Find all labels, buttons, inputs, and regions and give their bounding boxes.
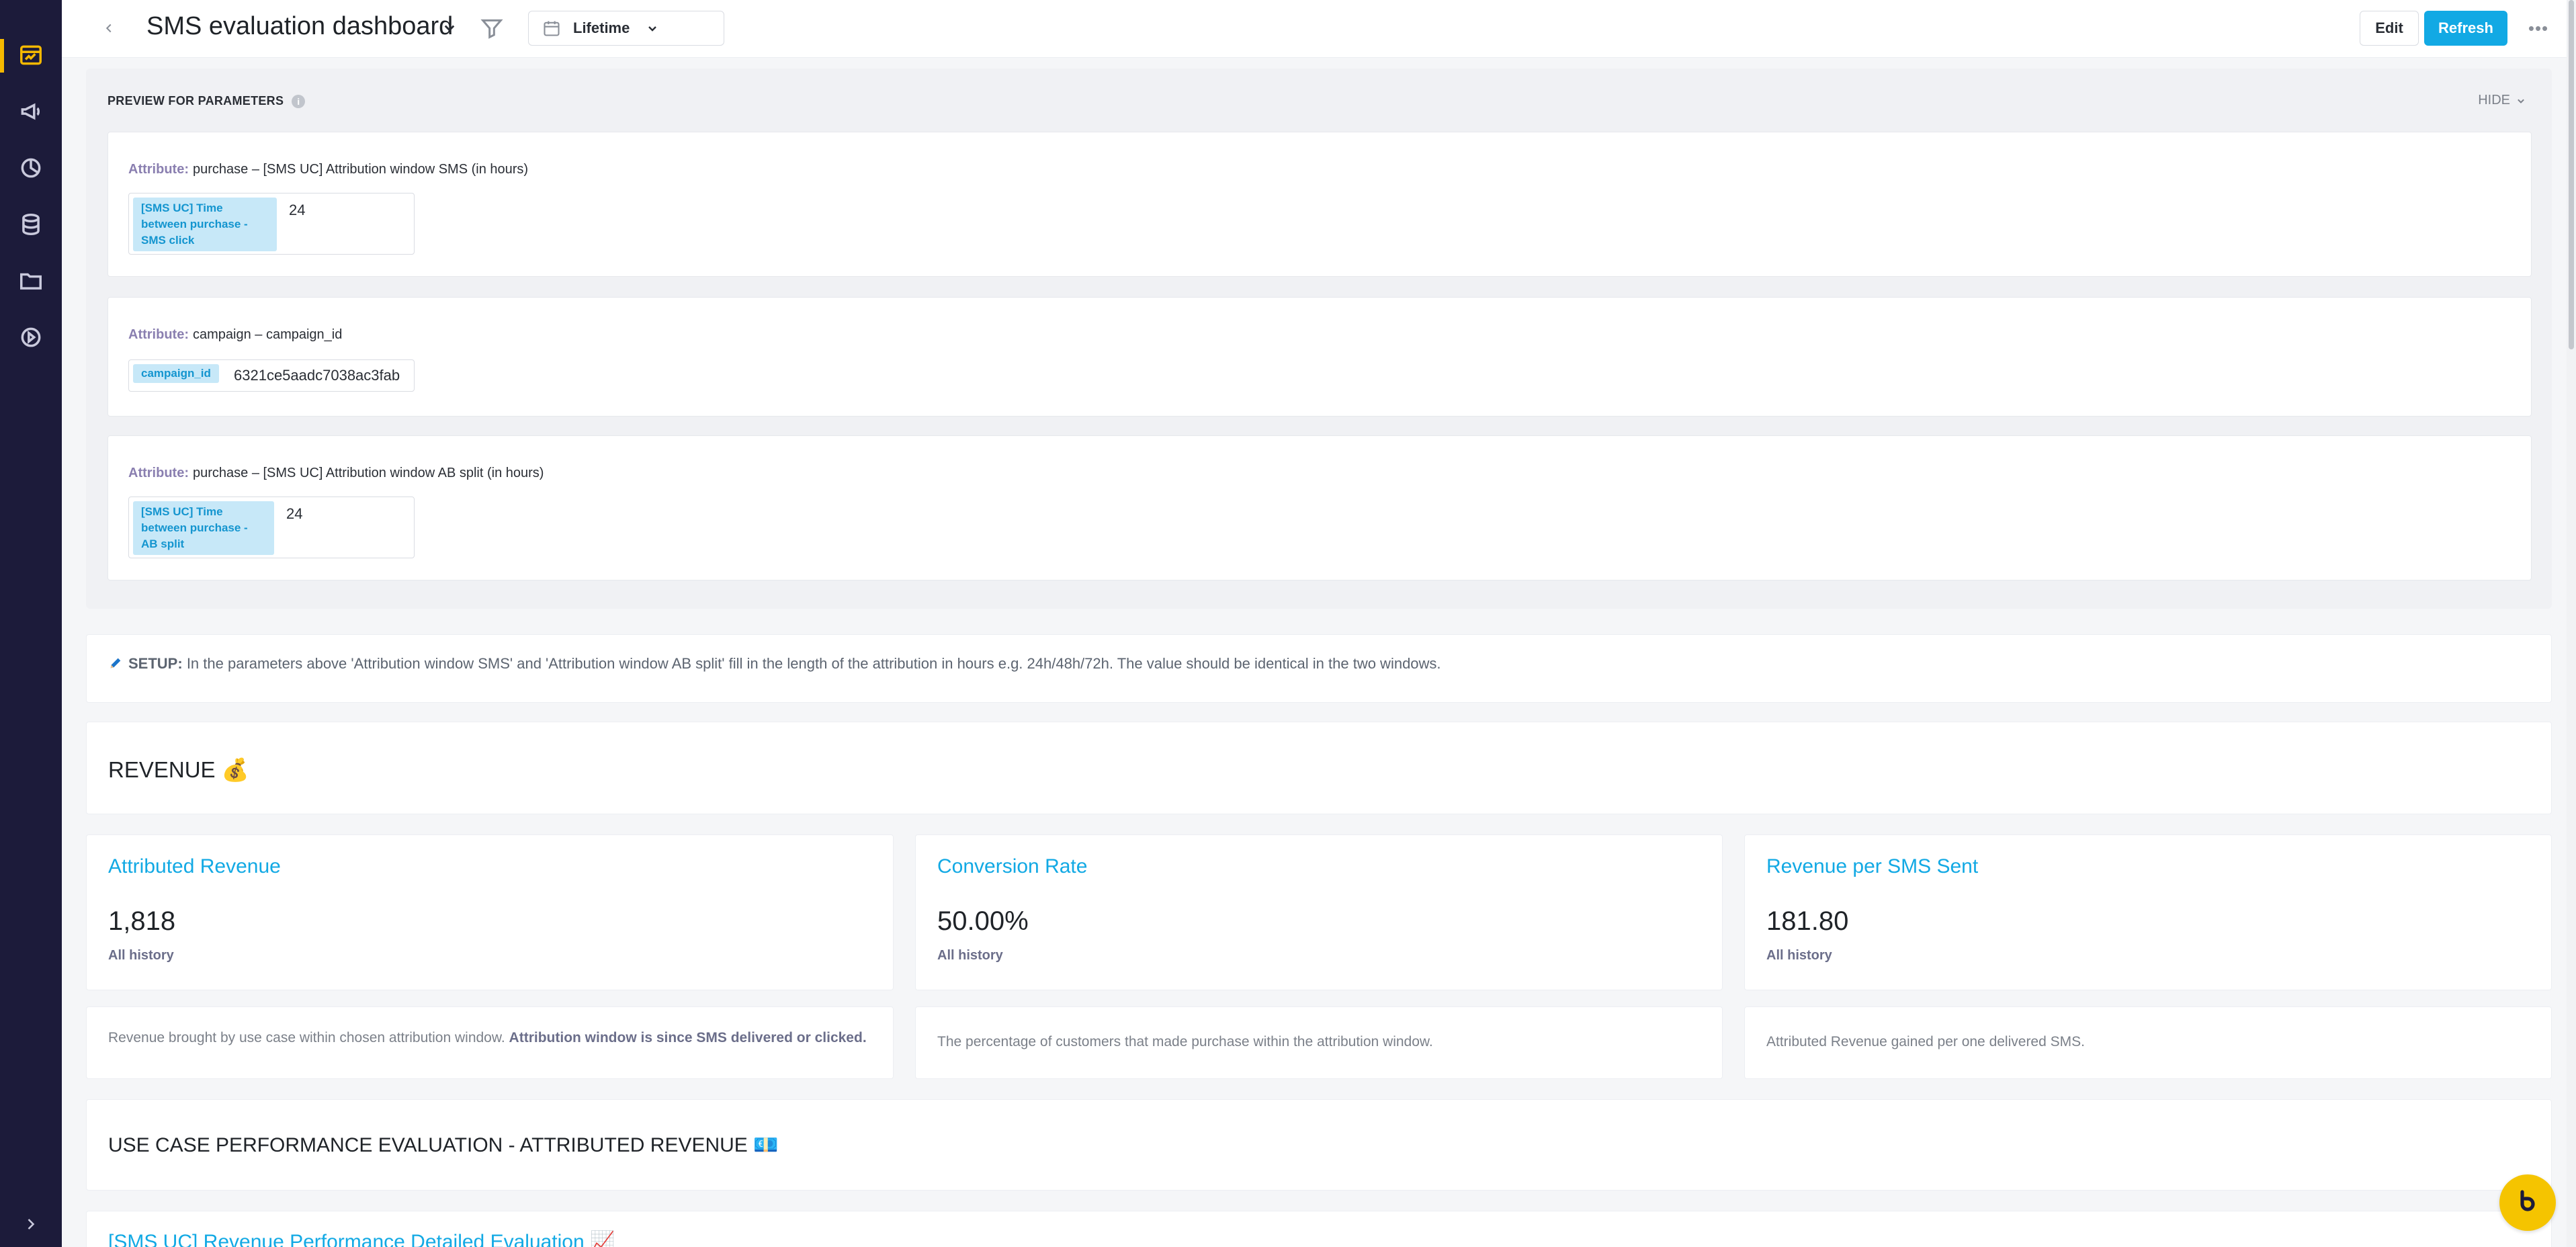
- page-scrollbar[interactable]: [2567, 0, 2576, 1247]
- parameter-tag: [SMS UC] Time between purchase - SMS cli…: [133, 198, 277, 251]
- kpi-value: 1,818: [108, 906, 176, 936]
- analytics-icon: [21, 158, 41, 178]
- chevron-left-icon: [105, 24, 112, 33]
- attribute-prefix: Attribute:: [128, 162, 189, 177]
- parameters-heading-text: PREVIEW FOR PARAMETERS: [108, 94, 284, 108]
- revenue-section-header: REVENUE 💰: [86, 722, 2552, 814]
- setup-note: SETUP: In the parameters above 'Attribut…: [86, 634, 2552, 703]
- chat-logo-icon: [2520, 1190, 2535, 1211]
- attribute-prefix: Attribute:: [128, 466, 189, 480]
- expand-icon: [28, 1219, 35, 1230]
- sidebar-active-indicator: [0, 39, 4, 73]
- chat-launcher-button[interactable]: [2499, 1174, 2556, 1231]
- parameter-value: 24: [289, 202, 306, 218]
- hide-label: HIDE: [2478, 93, 2510, 108]
- sidebar-expand-button[interactable]: [15, 1208, 47, 1240]
- parameter-card: Attribute: purchase – [SMS UC] Attributio…: [108, 435, 2532, 580]
- sidebar: [0, 0, 62, 1247]
- detailed-evaluation-title[interactable]: [SMS UC] Revenue Performance Detailed Ev…: [108, 1230, 615, 1247]
- edit-button[interactable]: Edit: [2360, 11, 2419, 46]
- sidebar-item-data[interactable]: [15, 208, 47, 241]
- kpi-description: The percentage of customers that made pu…: [915, 1006, 1723, 1079]
- parameter-input[interactable]: campaign_id 6321ce5aadc7038ac3fab: [128, 359, 415, 392]
- parameter-card: Attribute: purchase – [SMS UC] Attributio…: [108, 132, 2532, 277]
- folder-icon: [20, 273, 42, 290]
- kpi-title[interactable]: Attributed Revenue: [108, 855, 281, 878]
- kpi-card-conversion-rate: Conversion Rate 50.00% All history: [915, 834, 1723, 990]
- chevron-down-icon[interactable]: [439, 17, 460, 38]
- sidebar-item-campaigns[interactable]: [15, 95, 47, 128]
- evaluation-title: USE CASE PERFORMANCE EVALUATION - ATTRIB…: [108, 1134, 779, 1156]
- play-icon: [21, 327, 41, 347]
- setup-label: SETUP:: [128, 655, 183, 672]
- database-icon: [22, 214, 40, 235]
- parameter-value: 6321ce5aadc7038ac3fab: [234, 367, 400, 384]
- parameters-preview: PREVIEW FOR PARAMETERS i HIDE Attribute:…: [86, 69, 2552, 609]
- parameter-input[interactable]: [SMS UC] Time between purchase - AB spli…: [128, 497, 415, 558]
- hide-parameters-button[interactable]: HIDE: [2478, 93, 2528, 108]
- kpi-subtitle: All history: [1766, 948, 1832, 963]
- parameter-value: 24: [286, 505, 303, 522]
- date-range-picker[interactable]: Lifetime: [528, 11, 724, 46]
- scrollbar-thumb[interactable]: [2569, 0, 2574, 349]
- description-text: Attributed Revenue gained per one delive…: [1766, 1034, 2085, 1049]
- parameter-tag: [SMS UC] Time between purchase - AB spli…: [133, 501, 274, 555]
- description-body: Revenue brought by use case within chose…: [108, 1030, 505, 1045]
- back-button[interactable]: [95, 15, 122, 42]
- pencil-icon: [110, 658, 121, 669]
- kpi-value: 50.00%: [937, 906, 1029, 936]
- setup-body: In the parameters above 'Attribution win…: [186, 655, 1441, 672]
- attribute-name: purchase – [SMS UC] Attribution window S…: [192, 162, 529, 177]
- attribute-name: purchase – [SMS UC] Attribution window A…: [192, 466, 544, 480]
- sidebar-item-analytics[interactable]: [15, 152, 47, 184]
- parameter-attribute: Attribute: purchase – [SMS UC] Attributio…: [128, 466, 544, 481]
- kpi-value: 181.80: [1766, 906, 1849, 936]
- parameter-attribute: Attribute: purchase – [SMS UC] Attributio…: [128, 162, 528, 177]
- kpi-subtitle: All history: [937, 948, 1003, 963]
- attribute-prefix: Attribute:: [128, 327, 189, 342]
- parameter-attribute: Attribute: campaign – campaign_id: [128, 327, 342, 343]
- revenue-title: REVENUE 💰: [108, 757, 249, 782]
- parameter-card: Attribute: campaign – campaign_id campaig…: [108, 297, 2532, 417]
- info-icon[interactable]: i: [292, 94, 306, 108]
- detailed-evaluation-card: [SMS UC] Revenue Performance Detailed Ev…: [86, 1211, 2552, 1247]
- parameters-heading: PREVIEW FOR PARAMETERS i: [108, 94, 306, 108]
- attribute-name: campaign – campaign_id: [192, 327, 343, 342]
- kpi-description: Revenue brought by use case within chose…: [86, 1006, 894, 1079]
- evaluation-section-header: USE CASE PERFORMANCE EVALUATION - ATTRIB…: [86, 1099, 2552, 1191]
- megaphone-icon: [21, 103, 40, 120]
- dashboard-header: SMS evaluation dashboard Lifetime Edit R…: [62, 0, 2576, 58]
- parameter-tag: campaign_id: [133, 364, 219, 383]
- kpi-card-attributed-revenue: Attributed Revenue 1,818 All history: [86, 834, 894, 990]
- kpi-title[interactable]: Revenue per SMS Sent: [1766, 855, 1978, 878]
- description-emphasis: Attribution window is since SMS delivere…: [509, 1030, 867, 1045]
- refresh-button[interactable]: Refresh: [2424, 11, 2507, 46]
- page-title: SMS evaluation dashboard: [146, 12, 454, 40]
- kpi-title[interactable]: Conversion Rate: [937, 855, 1087, 878]
- chevron-down-icon: [2518, 99, 2524, 103]
- more-options-icon[interactable]: •••: [2525, 16, 2552, 40]
- chevron-down-icon: [648, 26, 657, 32]
- filter-icon[interactable]: [478, 15, 505, 42]
- kpi-card-revenue-per-sms: Revenue per SMS Sent 181.80 All history: [1744, 834, 2552, 990]
- setup-text: SETUP: In the parameters above 'Attribut…: [108, 655, 1441, 673]
- date-range-label: Lifetime: [573, 19, 630, 36]
- description-text: The percentage of customers that made pu…: [937, 1034, 1433, 1049]
- kpi-subtitle: All history: [108, 948, 174, 963]
- kpi-description: Attributed Revenue gained per one delive…: [1744, 1006, 2552, 1079]
- parameter-input[interactable]: [SMS UC] Time between purchase - SMS cli…: [128, 193, 415, 255]
- calendar-icon: [544, 21, 560, 36]
- sidebar-item-dashboards[interactable]: [15, 39, 47, 71]
- sidebar-item-playbooks[interactable]: [15, 321, 47, 353]
- sidebar-item-assets[interactable]: [15, 265, 47, 297]
- dashboard-icon: [20, 45, 42, 65]
- description-text: Revenue brought by use case within chose…: [108, 1029, 871, 1047]
